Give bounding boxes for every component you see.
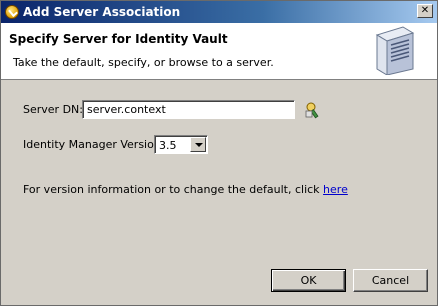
dialog-header: Specify Server for Identity Vault Take t… (1, 23, 437, 80)
window-title: Add Server Association (23, 5, 181, 19)
page-description: Take the default, specify, or browse to … (13, 56, 274, 69)
cancel-button[interactable]: Cancel (353, 269, 428, 292)
version-info: For version information or to change the… (23, 183, 348, 196)
browse-icon[interactable] (303, 101, 323, 119)
dialog-window: Add Server Association ✕ Specify Server … (0, 0, 438, 306)
app-icon (5, 5, 19, 19)
page-title: Specify Server for Identity Vault (9, 32, 228, 46)
server-dn-label: Server DN: (23, 103, 83, 116)
here-link[interactable]: here (323, 183, 348, 196)
ok-button[interactable]: OK (271, 269, 346, 292)
idm-version-select[interactable]: 3.5 (154, 135, 208, 154)
idm-version-label: Identity Manager Version: (23, 138, 165, 151)
idm-version-value: 3.5 (159, 139, 177, 152)
title-bar[interactable]: Add Server Association ✕ (1, 1, 437, 23)
chevron-down-icon[interactable] (190, 137, 206, 152)
server-icon (375, 26, 415, 75)
server-dn-field[interactable]: server.context (82, 100, 295, 119)
close-button[interactable]: ✕ (417, 4, 433, 18)
version-info-text: For version information or to change the… (23, 183, 324, 196)
